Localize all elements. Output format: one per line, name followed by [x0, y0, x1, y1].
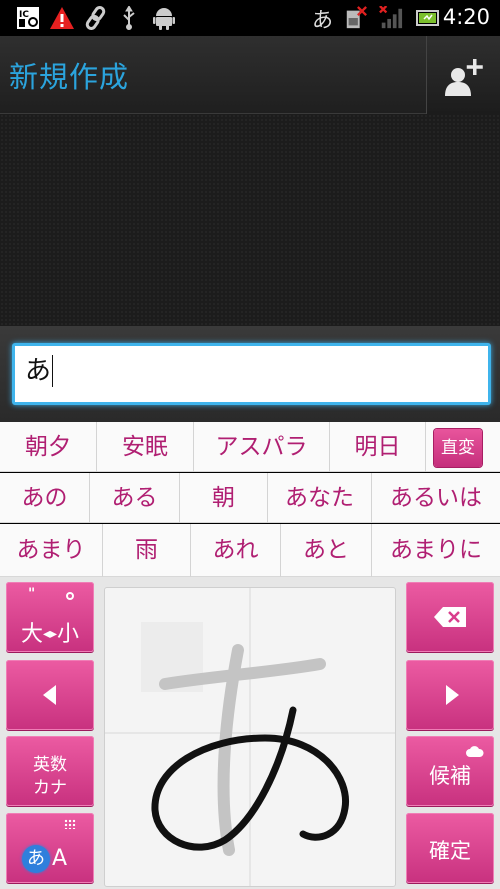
candidate[interactable]: 朝: [180, 473, 268, 523]
confirm-label: 確定: [429, 839, 471, 863]
candidate[interactable]: あと: [281, 524, 372, 577]
candidate[interactable]: あなた: [268, 473, 372, 523]
case-toggle-key[interactable]: " 大◂▸小: [6, 582, 94, 652]
message-body: [0, 114, 500, 326]
case-small-label: 小: [57, 622, 80, 647]
candidate[interactable]: 明日: [330, 422, 426, 472]
candidate[interactable]: 朝夕: [0, 422, 97, 472]
candidate[interactable]: あるいは: [372, 473, 500, 523]
ime-indicator: あ: [312, 8, 333, 32]
direct-convert-button[interactable]: 直変: [434, 429, 482, 467]
input-mode-key[interactable]: あ A: [6, 813, 94, 883]
candidate-row-2: あの ある 朝 あなた あるいは: [0, 473, 500, 523]
candidate-row-3: あまり 雨 あれ あと あまりに: [0, 524, 500, 577]
warning-icon: [50, 7, 74, 29]
switch-arrow-icon: ◂▸: [42, 626, 58, 642]
candidate[interactable]: ある: [90, 473, 180, 523]
cursor-left-key[interactable]: [6, 660, 94, 730]
add-contact-button[interactable]: [426, 36, 500, 114]
candidate[interactable]: 雨: [103, 524, 191, 577]
battery-icon: [416, 10, 439, 26]
keyboard: " 大◂▸小 英数 カナ あ A 候補 確定: [0, 577, 500, 889]
candidate[interactable]: あまり: [0, 524, 103, 577]
compose-bar: あ: [0, 326, 500, 422]
candidate[interactable]: 安眠: [97, 422, 194, 472]
usb-icon: [123, 6, 135, 30]
backspace-icon: [434, 607, 466, 627]
handakuten-mark: [66, 592, 74, 600]
page-title: 新規作成: [9, 60, 130, 94]
candidate[interactable]: あれ: [191, 524, 281, 577]
kana-label: カナ: [33, 778, 67, 798]
dakuten-mark: ": [28, 586, 36, 602]
status-bar: IC あ 4:20: [0, 0, 500, 36]
link-icon: [85, 6, 106, 30]
cloud-icon: [466, 746, 484, 757]
mode-dots-icon: [64, 819, 76, 829]
alnum-label: 英数: [33, 755, 67, 775]
cursor-right-key[interactable]: [406, 660, 494, 730]
handwriting-area[interactable]: [104, 587, 396, 887]
hiragana-mode-indicator: あ: [22, 845, 50, 873]
case-toggle-label: 大◂▸小: [6, 616, 94, 648]
case-large-label: 大: [20, 622, 43, 647]
sim-error-icon: [346, 6, 367, 29]
confirm-key[interactable]: 確定: [406, 813, 494, 883]
candidate[interactable]: アスパラ: [194, 422, 330, 472]
arrow-left-icon: [43, 685, 56, 705]
title-bar: 新規作成: [0, 36, 500, 114]
add-contact-icon: [445, 59, 483, 96]
alnum-kana-key[interactable]: 英数 カナ: [6, 736, 94, 806]
candidates-label: 候補: [429, 764, 471, 788]
svg-text:IC: IC: [19, 10, 29, 20]
candidate[interactable]: あの: [0, 473, 90, 523]
clock: 4:20: [442, 5, 490, 29]
arrow-right-icon: [446, 685, 459, 705]
android-debug-icon: [153, 8, 175, 30]
handwriting-canvas[interactable]: [105, 588, 395, 886]
candidate-row-1: 朝夕 安眠 アスパラ 明日 直変: [0, 422, 500, 472]
signal-no-service-icon: [379, 6, 403, 29]
message-input-text: あ: [25, 355, 54, 387]
ic-card-icon: IC: [17, 7, 39, 29]
candidate[interactable]: あまりに: [372, 524, 500, 577]
alpha-mode-label: A: [52, 846, 68, 871]
candidates-key[interactable]: 候補: [406, 736, 494, 806]
backspace-key[interactable]: [406, 582, 494, 652]
message-input[interactable]: あ: [12, 343, 491, 405]
